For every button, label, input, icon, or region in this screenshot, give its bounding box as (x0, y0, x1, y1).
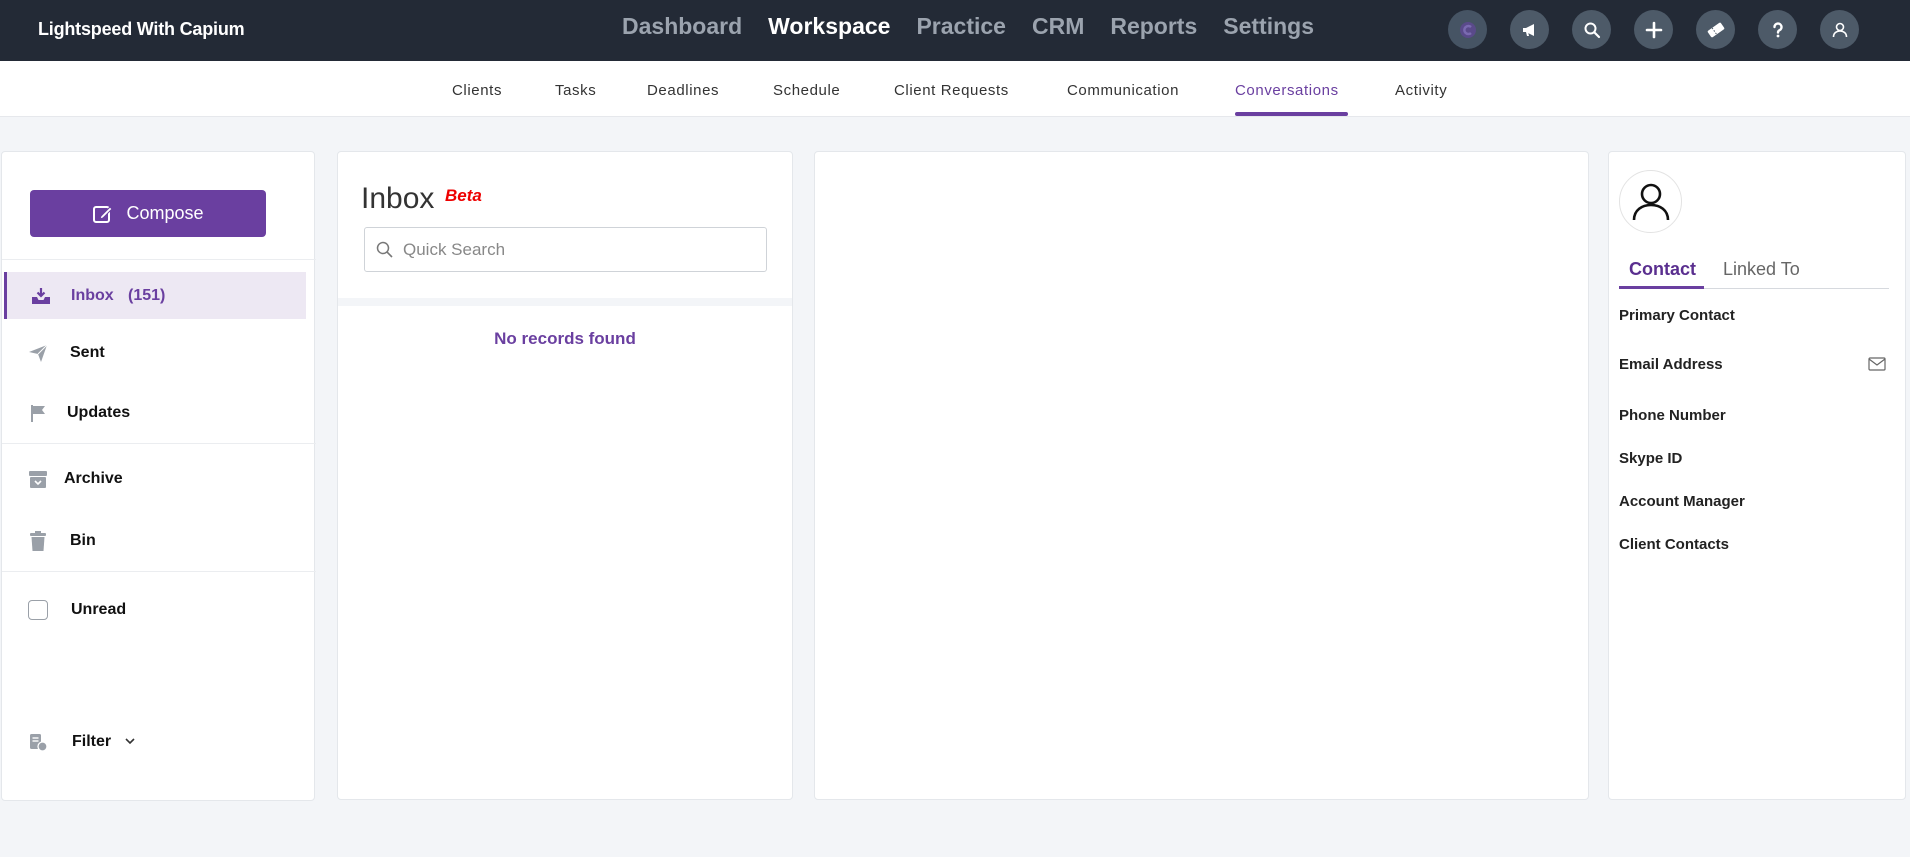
filter-label: Filter (72, 732, 112, 750)
ticket-icon[interactable] (1696, 10, 1735, 49)
main-nav: Dashboard Workspace Practice CRM Reports… (622, 13, 1314, 40)
help-icon[interactable] (1758, 10, 1797, 49)
sidebar-item-label: Archive (64, 469, 123, 487)
user-icon[interactable] (1820, 10, 1859, 49)
avatar (1619, 170, 1682, 233)
inbox-icon (27, 285, 55, 307)
divider (2, 571, 316, 572)
capium-logo-icon[interactable] (1448, 10, 1487, 49)
flag-icon (24, 402, 52, 424)
archive-icon (24, 468, 52, 490)
sidebar-item-updates[interactable]: Updates (4, 389, 306, 436)
tab-tasks[interactable]: Tasks (555, 82, 596, 99)
search-input[interactable] (403, 239, 753, 260)
field-account-manager: Account Manager (1619, 493, 1745, 510)
message-reader (814, 151, 1589, 800)
tab-clients[interactable]: Clients (452, 82, 502, 99)
sidebar-item-unread[interactable]: Unread (4, 586, 306, 633)
sidebar-item-label: Unread (71, 600, 127, 618)
nav-settings[interactable]: Settings (1223, 13, 1314, 40)
nav-reports[interactable]: Reports (1110, 13, 1197, 40)
paper-plane-icon (24, 342, 52, 364)
divider (2, 443, 316, 444)
contact-panel: Contact Linked To Primary Contact Email … (1608, 151, 1906, 800)
unread-checkbox[interactable] (24, 599, 52, 620)
inbox-title: Inbox (361, 182, 435, 215)
beta-badge: Beta (445, 186, 482, 205)
top-icons (1448, 10, 1859, 49)
edit-icon (93, 205, 114, 223)
megaphone-icon[interactable] (1510, 10, 1549, 49)
sidebar-item-bin[interactable]: Bin (4, 517, 306, 564)
plus-icon[interactable] (1634, 10, 1673, 49)
sub-nav: Clients Tasks Deadlines Schedule Client … (0, 61, 1910, 117)
sidebar-item-archive[interactable]: Archive (4, 455, 306, 502)
tab-schedule[interactable]: Schedule (773, 82, 840, 99)
nav-practice[interactable]: Practice (916, 13, 1006, 40)
compose-label: Compose (126, 203, 204, 223)
nav-dashboard[interactable]: Dashboard (622, 13, 742, 40)
empty-state: No records found (494, 329, 636, 348)
list-separator (338, 298, 792, 306)
tab-communication[interactable]: Communication (1067, 82, 1179, 99)
field-phone-number: Phone Number (1619, 407, 1726, 424)
sidebar-item-label: Bin (70, 531, 96, 549)
sidebar-item-label: Sent (70, 343, 105, 361)
user-icon (1632, 183, 1669, 220)
field-skype-id: Skype ID (1619, 450, 1683, 467)
top-bar: Lightspeed With Capium Dashboard Workspa… (0, 0, 1910, 61)
sidebar-item-inbox[interactable]: Inbox (151) (4, 272, 306, 319)
tab-deadlines[interactable]: Deadlines (647, 82, 719, 99)
search-icon (376, 241, 393, 258)
field-client-contacts: Client Contacts (1619, 536, 1730, 553)
mail-sidebar: Compose Inbox (151) Sent Updates Archive… (1, 151, 316, 801)
tab-contact[interactable]: Contact (1629, 259, 1696, 280)
active-tab-indicator (1619, 286, 1704, 289)
chevron-down-icon (124, 734, 136, 752)
inbox-panel: Inbox Beta No records found (337, 151, 793, 800)
inbox-count: (151) (128, 286, 166, 304)
mail-icon[interactable] (1868, 357, 1886, 371)
tab-conversations[interactable]: Conversations (1235, 82, 1339, 99)
compose-button[interactable]: Compose (30, 190, 266, 237)
divider (2, 259, 316, 260)
nav-workspace[interactable]: Workspace (768, 13, 890, 40)
filter-dropdown[interactable]: Filter (4, 718, 306, 765)
brand-name[interactable]: Lightspeed With Capium (38, 19, 245, 40)
field-primary-contact: Primary Contact (1619, 307, 1735, 324)
nav-crm[interactable]: CRM (1032, 13, 1084, 40)
quick-search (364, 227, 767, 272)
search-icon[interactable] (1572, 10, 1611, 49)
sidebar-item-sent[interactable]: Sent (4, 329, 306, 376)
field-email-address: Email Address (1619, 356, 1723, 373)
sidebar-item-label: Updates (67, 403, 131, 421)
tab-linked-to[interactable]: Linked To (1723, 259, 1800, 280)
tab-activity[interactable]: Activity (1395, 82, 1447, 99)
filter-icon (24, 731, 52, 753)
tab-client-requests[interactable]: Client Requests (894, 82, 1009, 99)
active-tab-indicator (1235, 112, 1348, 116)
trash-icon (24, 530, 52, 552)
sidebar-item-label: Inbox (71, 286, 114, 304)
